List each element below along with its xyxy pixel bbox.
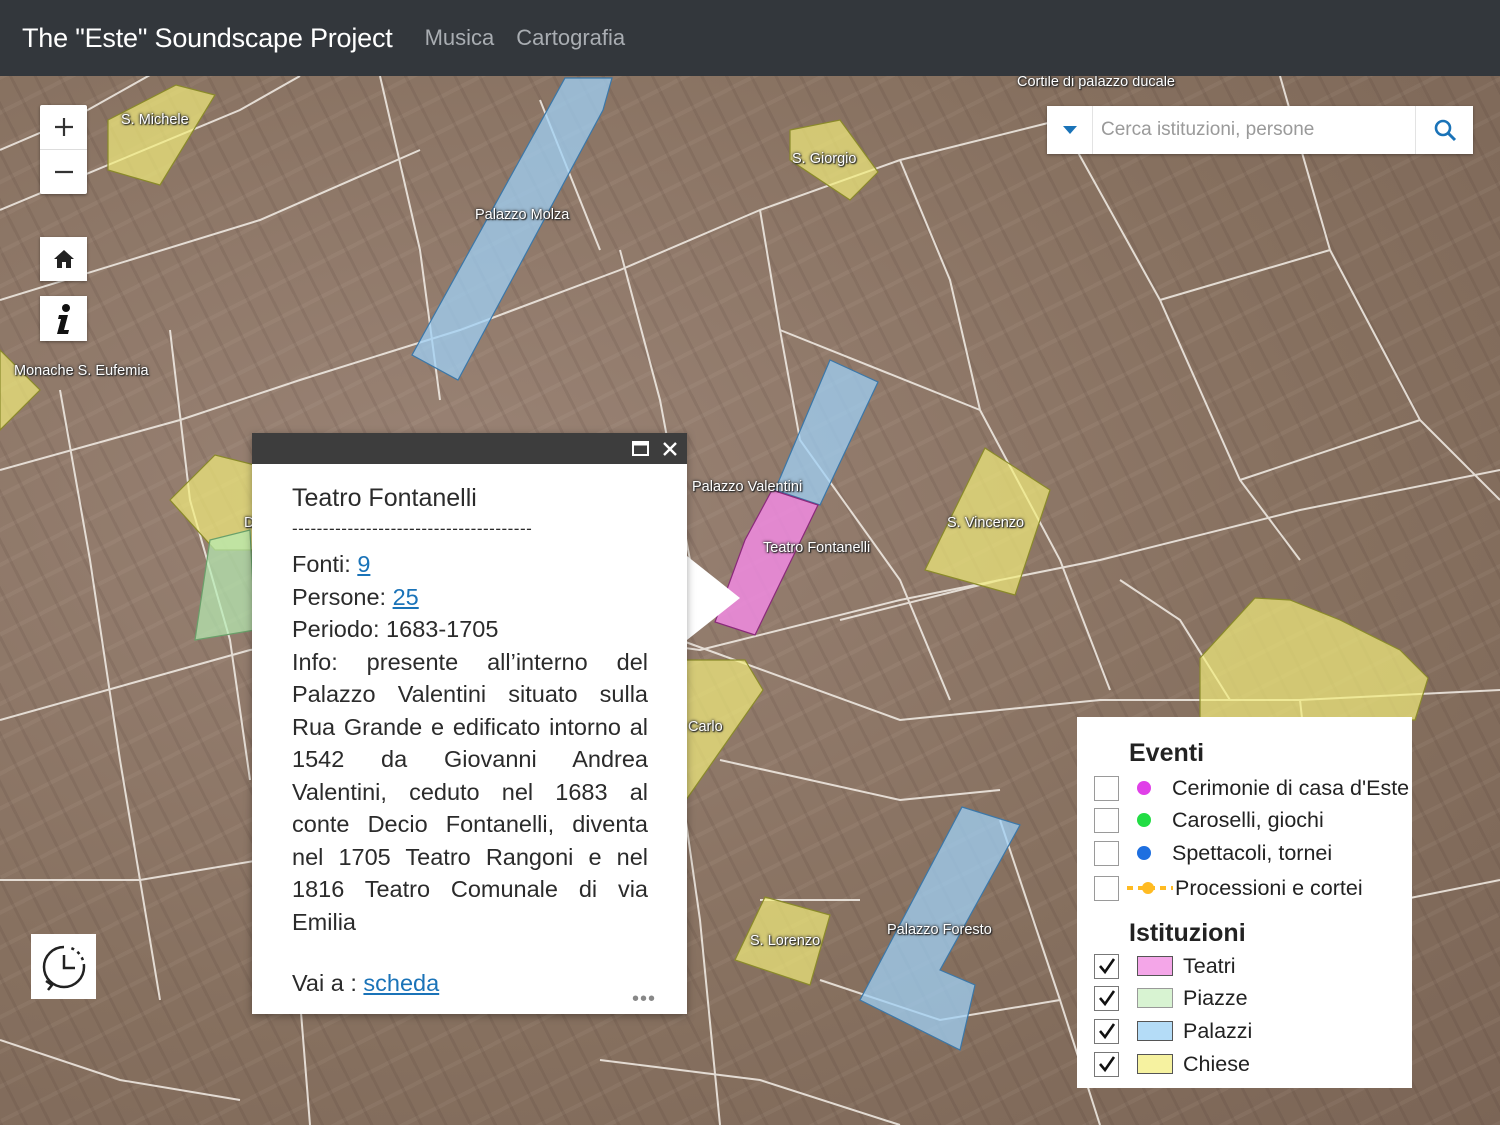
map-label: Carlo (688, 719, 723, 735)
popup-title: Teatro Fontanelli (292, 484, 477, 512)
checkbox-chiese[interactable] (1094, 1051, 1119, 1077)
scheda-link[interactable]: scheda (363, 970, 439, 996)
checkmark-icon (1098, 1056, 1115, 1073)
home-button[interactable] (40, 237, 87, 281)
search-button[interactable] (1415, 106, 1473, 154)
map-label: S. Vincenzo (947, 515, 1025, 531)
swatch-icon (1137, 988, 1173, 1008)
legend-eventi-title: Eventi (1129, 739, 1205, 767)
clock-history-icon (42, 945, 85, 991)
checkbox-palazzi[interactable] (1094, 1018, 1119, 1044)
dot-icon (1137, 813, 1151, 827)
dot-icon (1137, 781, 1151, 795)
map-label: Teatro Fontanelli (763, 540, 871, 556)
swatch-icon (1137, 1054, 1173, 1074)
home-icon (53, 250, 74, 268)
search-input[interactable] (1093, 107, 1415, 153)
persone-link[interactable]: 25 (393, 584, 419, 610)
popup-persone: Persone: 25 (292, 581, 648, 614)
popup-vai-a: Vai a : scheda (292, 970, 439, 997)
checkbox-processioni[interactable] (1094, 875, 1119, 901)
map-label: S. Michele (121, 112, 189, 128)
feature-popup: Teatro Fontanelli ----------------------… (252, 433, 687, 1014)
legend-panel: Eventi Cerimonie di casa d'Este Carosell… (1077, 717, 1412, 1088)
popup-close-button[interactable] (655, 433, 685, 464)
zoom-in-button[interactable] (40, 105, 87, 149)
legend-label: Processioni e cortei (1175, 875, 1363, 900)
search-source-dropdown[interactable] (1047, 106, 1093, 154)
map-label: Palazzo Molza (475, 207, 570, 223)
popup-separator: --------------------------------------- (292, 519, 533, 538)
popup-periodo: Periodo: 1683-1705 (292, 616, 499, 642)
zoom-controls (40, 105, 87, 194)
checkbox-caroselli[interactable] (1094, 807, 1119, 833)
popup-pointer (687, 556, 740, 640)
brand-title[interactable]: The "Este" Soundscape Project (22, 23, 393, 54)
checkbox-cerimonie[interactable] (1094, 775, 1119, 801)
time-slider-button[interactable] (31, 934, 96, 999)
map-label: S. Giorgio (792, 151, 857, 167)
minus-icon (54, 170, 73, 173)
top-navbar: The "Este" Soundscape Project Musica Car… (0, 0, 1500, 76)
map-label: Monache S. Eufemia (14, 363, 149, 379)
legend-item-teatri: Teatri (1094, 953, 1236, 979)
checkmark-icon (1098, 990, 1115, 1007)
popup-more-menu[interactable]: ••• (632, 988, 656, 1011)
legend-item-processioni: Processioni e cortei (1094, 875, 1363, 901)
popup-info: Info: presente all’interno del Palazzo V… (292, 648, 648, 935)
legend-label: Chiese (1183, 1051, 1250, 1076)
legend-label: Caroselli, giochi (1172, 807, 1324, 832)
popup-maximize-button[interactable] (625, 433, 655, 464)
vai-label: Vai a : (292, 970, 364, 996)
plus-icon (54, 118, 73, 136)
fonti-link[interactable]: 9 (357, 551, 370, 577)
map-label: Palazzo Foresto (887, 922, 992, 938)
legend-item-spettacoli: Spettacoli, tornei (1094, 840, 1332, 866)
dashed-line-icon (1127, 882, 1173, 894)
info-icon (56, 303, 70, 334)
checkmark-icon (1098, 958, 1115, 975)
fonti-label: Fonti: (292, 551, 358, 577)
legend-item-piazze: Piazze (1094, 985, 1248, 1011)
map-label: Palazzo Valentini (692, 479, 803, 495)
map-label: Cortile di palazzo ducale (1017, 76, 1175, 90)
persone-label: Persone: (292, 583, 393, 610)
checkmark-icon (1098, 1023, 1115, 1040)
close-icon (663, 441, 677, 456)
legend-item-caroselli: Caroselli, giochi (1094, 807, 1324, 833)
popup-content: Teatro Fontanelli ----------------------… (252, 464, 687, 938)
legend-label: Piazze (1183, 985, 1248, 1010)
legend-istituzioni-title: Istituzioni (1129, 919, 1246, 947)
legend-label: Palazzi (1183, 1018, 1253, 1043)
search-widget (1047, 106, 1473, 154)
checkbox-teatri[interactable] (1094, 953, 1119, 979)
legend-label: Teatri (1183, 953, 1236, 978)
swatch-icon (1137, 956, 1173, 976)
swatch-icon (1137, 1021, 1173, 1041)
info-button[interactable] (40, 296, 87, 341)
maximize-icon (631, 441, 649, 456)
legend-label: Cerimonie di casa d'Este (1172, 775, 1410, 800)
map-label: S. Lorenzo (750, 933, 821, 949)
legend-label: Spettacoli, tornei (1172, 840, 1333, 865)
checkbox-piazze[interactable] (1094, 985, 1119, 1011)
popup-header (252, 433, 687, 464)
legend-item-chiese: Chiese (1094, 1051, 1250, 1077)
zoom-out-button[interactable] (40, 149, 87, 193)
caret-down-icon (1062, 125, 1077, 134)
nav-link-cartografia[interactable]: Cartografia (516, 25, 625, 51)
popup-fonti: Fonti: 9 (292, 548, 648, 581)
nav-link-musica[interactable]: Musica (425, 25, 495, 51)
legend-item-cerimonie: Cerimonie di casa d'Este (1094, 775, 1409, 801)
search-icon (1434, 119, 1456, 142)
checkbox-spettacoli[interactable] (1094, 840, 1119, 866)
legend-item-palazzi: Palazzi (1094, 1018, 1252, 1044)
dot-icon (1137, 846, 1151, 860)
